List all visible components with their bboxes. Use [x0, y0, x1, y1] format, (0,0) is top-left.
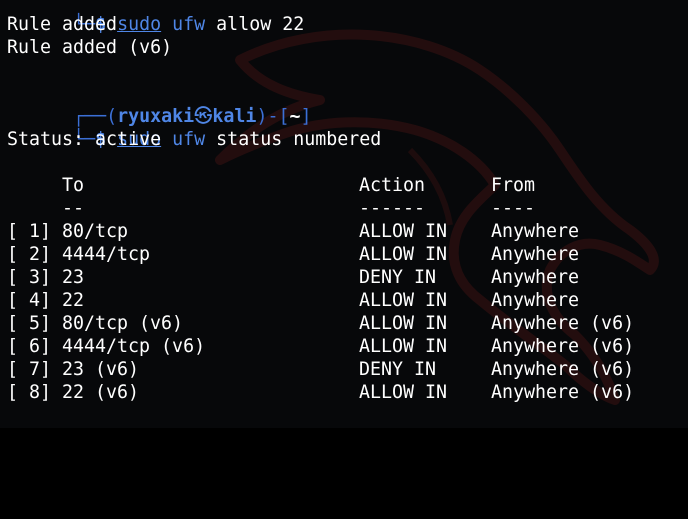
table-row: [ 8] 22 (v6) ALLOW IN Anywhere (v6) — [7, 381, 688, 404]
underline-from: ---- — [491, 198, 536, 219]
rule-number: [ 8] — [7, 382, 52, 403]
rule-to: 4444/tcp (v6) — [62, 336, 206, 357]
table-row: [ 4] 22 ALLOW IN Anywhere — [7, 289, 688, 312]
rule-to: 80/tcp — [62, 221, 129, 242]
underline-action: ------ — [359, 198, 426, 219]
rule-action: ALLOW IN — [359, 290, 448, 311]
header-from: From — [491, 175, 536, 196]
rule-action: DENY IN — [359, 359, 437, 380]
rule-number: [ 4] — [7, 290, 52, 311]
status-line: Status: active — [7, 129, 162, 150]
table-row: [ 1] 80/tcp ALLOW IN Anywhere — [7, 220, 688, 243]
rule-from: Anywhere (v6) — [491, 336, 635, 357]
rule-action: DENY IN — [359, 267, 437, 288]
rule-action: ALLOW IN — [359, 382, 448, 403]
rule-to: 23 (v6) — [62, 359, 140, 380]
rule-number: [ 6] — [7, 336, 52, 357]
rule-action: ALLOW IN — [359, 336, 448, 357]
table-header-underline: -- ------ ---- — [7, 197, 688, 220]
terminal-output: └─$ sudo ufw allow 22 Rule added Rule ad… — [7, 0, 688, 404]
terminal-window[interactable]: └─$ sudo ufw allow 22 Rule added Rule ad… — [0, 0, 688, 428]
prompt-line-2: └─$ sudo ufw status numbered — [7, 105, 688, 150]
rule-number: [ 3] — [7, 267, 52, 288]
rule-from: Anywhere — [491, 244, 580, 265]
prompt-line-1: └─$ sudo ufw allow 22 — [7, 0, 688, 35]
header-to: To — [62, 175, 85, 196]
rule-from: Anywhere (v6) — [491, 382, 635, 403]
underline-to: -- — [62, 198, 85, 219]
rule-number: [ 5] — [7, 313, 52, 334]
rule-number: [ 1] — [7, 221, 52, 242]
table-row: [ 5] 80/tcp (v6) ALLOW IN Anywhere (v6) — [7, 312, 688, 335]
rule-from: Anywhere — [491, 267, 580, 288]
table-row: [ 2] 4444/tcp ALLOW IN Anywhere — [7, 243, 688, 266]
rule-number: [ 7] — [7, 359, 52, 380]
rule-to: 22 (v6) — [62, 382, 140, 403]
rule-from: Anywhere — [491, 290, 580, 311]
table-row: [ 6] 4444/tcp (v6) ALLOW IN Anywhere (v6… — [7, 335, 688, 358]
rule-to: 80/tcp (v6) — [62, 313, 184, 334]
output-line: Rule added — [7, 14, 118, 35]
rule-action: ALLOW IN — [359, 244, 448, 265]
rule-from: Anywhere (v6) — [491, 313, 635, 334]
prompt-header-line: ┌──(ryuxaki㉿kali)-[~] — [7, 82, 688, 127]
table-header: To Action From — [7, 174, 688, 197]
output-line: Rule added (v6) — [7, 37, 173, 58]
rule-from: Anywhere (v6) — [491, 359, 635, 380]
rule-to: 22 — [62, 290, 85, 311]
rule-to: 4444/tcp — [62, 244, 151, 265]
rule-from: Anywhere — [491, 221, 580, 242]
table-row: [ 7] 23 (v6) DENY IN Anywhere (v6) — [7, 358, 688, 381]
rule-number: [ 2] — [7, 244, 52, 265]
table-row: [ 3] 23 DENY IN Anywhere — [7, 266, 688, 289]
rule-action: ALLOW IN — [359, 221, 448, 242]
rule-to: 23 — [62, 267, 85, 288]
header-action: Action — [359, 175, 426, 196]
rule-action: ALLOW IN — [359, 313, 448, 334]
